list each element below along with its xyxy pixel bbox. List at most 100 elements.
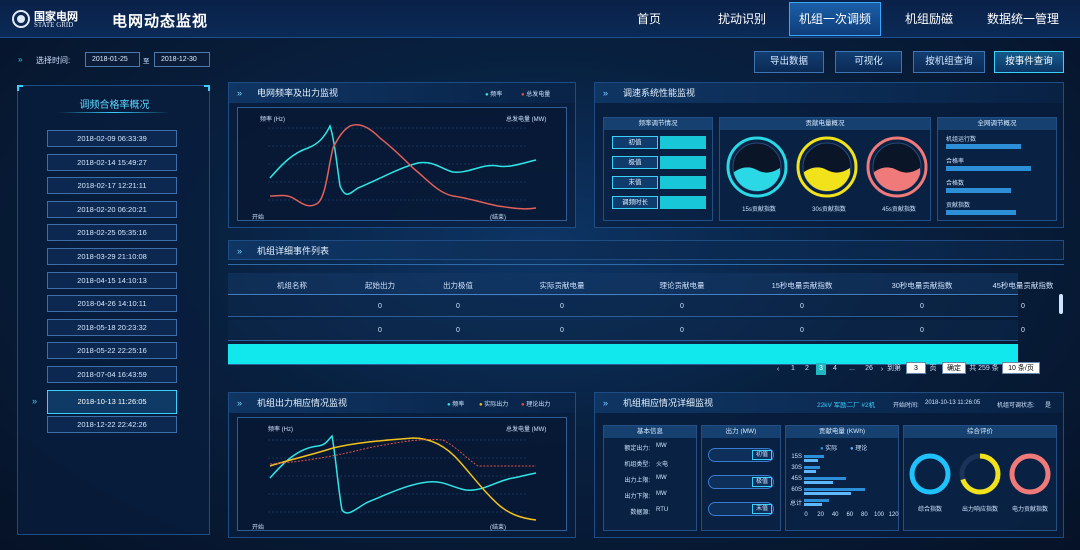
energy-axis-tick: 120 [888,512,899,518]
grid-regulation-bar [946,144,1021,149]
event-time-item[interactable]: 2018-02-17 12:21:11 [47,177,177,195]
grid-regulation-bar [946,166,1031,171]
nav-excitation[interactable]: 机组励磁 [895,0,963,38]
energy-category-label: 15S [791,454,802,460]
event-time-item[interactable]: 2018-04-26 14:10:11 [47,295,177,313]
table-column-header: 实际贡献电量 [539,281,585,290]
energy-theory-bar [804,470,816,473]
goto-confirm-button[interactable]: 确定 [942,362,966,374]
event-time-item[interactable]: 2018-12-22 22:42:26 [47,415,177,433]
page-number[interactable]: 3 [816,363,826,375]
basic-info-value: RTU [656,507,669,513]
table-scrollbar[interactable] [1059,294,1063,314]
energy-theory-bar [804,492,851,495]
freq-chart [268,124,537,210]
page-number[interactable]: 2 [802,363,812,375]
unit-name: 22kV 军励二厂 #2机 [817,402,876,409]
actual-output-line [269,437,537,521]
freq-regulation-label: 极值 [612,156,658,169]
nav-primary-freq[interactable]: 机组一次调频 [789,2,881,36]
double-chevron-icon: » [603,88,609,98]
legend-label: 理论 [855,446,868,452]
energy-theory-bar [804,459,818,462]
table-row[interactable]: 0 0 0 0 0 0 0 [228,320,1025,341]
grid-regulation-bar [946,210,1016,215]
legend-label: 总发电量 [526,92,551,98]
gauge-label: 15s贡献指数 [742,207,776,213]
logo-text-en: STATE GRID [34,21,74,29]
nav-data-management[interactable]: 数据统一管理 [979,0,1067,38]
gauge-ring [796,136,858,198]
legend-label: 理论出力 [526,402,551,408]
grid-regulation-bar [946,188,1011,193]
event-time-item[interactable]: 2018-05-22 22:25:16 [47,342,177,360]
nav-disturbance[interactable]: 扰动识别 [707,0,777,38]
page-number[interactable]: 1 [788,363,798,375]
start-date-input[interactable]: 2018-01-25 [85,52,140,67]
double-chevron-icon: » [237,88,243,98]
gauge-label: 45s贡献指数 [882,207,916,213]
table-cell: 0 [560,327,564,334]
top-header: 国家电网 STATE GRID 电网动态监视 首页 扰动识别 机组一次调频 机组… [0,0,1080,38]
table-cell: 0 [680,327,684,334]
legend-item: ● 理论出力 [521,402,551,408]
end-date-input[interactable]: 2018-12-30 [154,52,210,67]
unit-chart [268,434,537,521]
event-time-item[interactable]: 2018-05-18 20:23:32 [47,318,177,336]
legend-item: ● 总发电量 [521,92,551,98]
energy-axis-tick: 60 [846,512,854,518]
double-chevron-icon: » [237,246,243,256]
table-column-header: 起始出力 [365,281,395,290]
table-cell: 0 [1021,303,1025,310]
grid-regulation-label: 机组运行数 [946,137,977,143]
event-time-item[interactable]: 2018-07-04 16:43:59 [47,366,177,383]
event-time-item[interactable]: 2018-10-13 11:26:05 [47,389,177,414]
legend-item: ● 理论 [850,446,868,452]
table-column-header: 理论贡献电量 [659,281,705,290]
evaluation-ring [908,452,952,496]
table-cell: 0 [1021,327,1025,334]
energy-box: 贡献电量 (KWh) ● 实际 ● 理论 15S 30S 45S 60S 总计 0 20 40… [785,425,899,531]
basic-info-value: MW [656,491,667,497]
event-time-item[interactable]: 2018-04-15 14:10:13 [47,271,177,289]
energy-axis-tick: 20 [817,512,824,518]
energy-title: 贡献电量 (KWh) [786,426,898,438]
event-time-item[interactable]: 2018-02-14 15:49:27 [47,153,177,171]
event-time-item[interactable]: 2018-02-09 06:33:39 [47,130,177,147]
goto-page-input[interactable]: 3 [906,362,926,374]
basic-info-key: 额定出力: [624,446,650,452]
query-by-event-button[interactable]: 按事件查询 [994,51,1064,73]
export-button[interactable]: 导出数据 [754,51,824,73]
page-number[interactable]: 26 [864,363,874,375]
event-time-item[interactable]: 2018-02-20 06:20:21 [47,200,177,218]
query-by-unit-button[interactable]: 按机组查询 [913,51,985,73]
table-row[interactable] [228,344,1018,365]
output-box: 出力 (MW) 初值 极值 末值 [701,425,781,531]
table-row[interactable]: 0 0 0 0 0 0 0 [228,296,1025,317]
perf-panel-title-text: 调速系统性能监视 [623,88,696,98]
page-number[interactable]: 4 [830,363,840,375]
energy-axis-tick: 0 [804,512,808,518]
freq-output-panel: » 电网频率及出力监视 ● 频率 ● 总发电量 频率 (Hz) 总发电量 (MW)… [228,82,576,228]
legend-label: 频率 [490,92,503,98]
energy-actual-bar [804,466,820,469]
gauge [864,134,930,200]
gauge-ring [866,136,928,198]
gauge-ring [726,136,788,198]
unit-detail-panel: » 机组相应情况详细监视 22kV 军励二厂 #2机 开始时间: 2018-10-… [594,392,1064,538]
visualize-button[interactable]: 可视化 [835,51,902,73]
prev-page-icon[interactable]: ‹ [774,364,782,376]
nav-home[interactable]: 首页 [620,0,678,38]
energy-actual-bar [804,488,865,491]
evaluation-label: 出力响应指数 [961,507,998,513]
page-number[interactable]: ... [844,363,860,375]
event-time-item[interactable]: 2018-03-29 21:10:08 [47,248,177,265]
contribution-title: 贡献电量概况 [720,118,930,130]
start-time-label: 开始时间: [893,403,919,409]
legend-label: 实际 [825,446,838,452]
basic-info-key: 出力下限: [624,494,650,500]
event-time-item[interactable]: 2018-02-25 05:35:16 [47,224,177,242]
panel-corner [17,85,23,91]
page-size-select[interactable]: 10 条/页 [1002,362,1040,374]
adjustable-label: 机组可调状态: [997,403,1035,409]
